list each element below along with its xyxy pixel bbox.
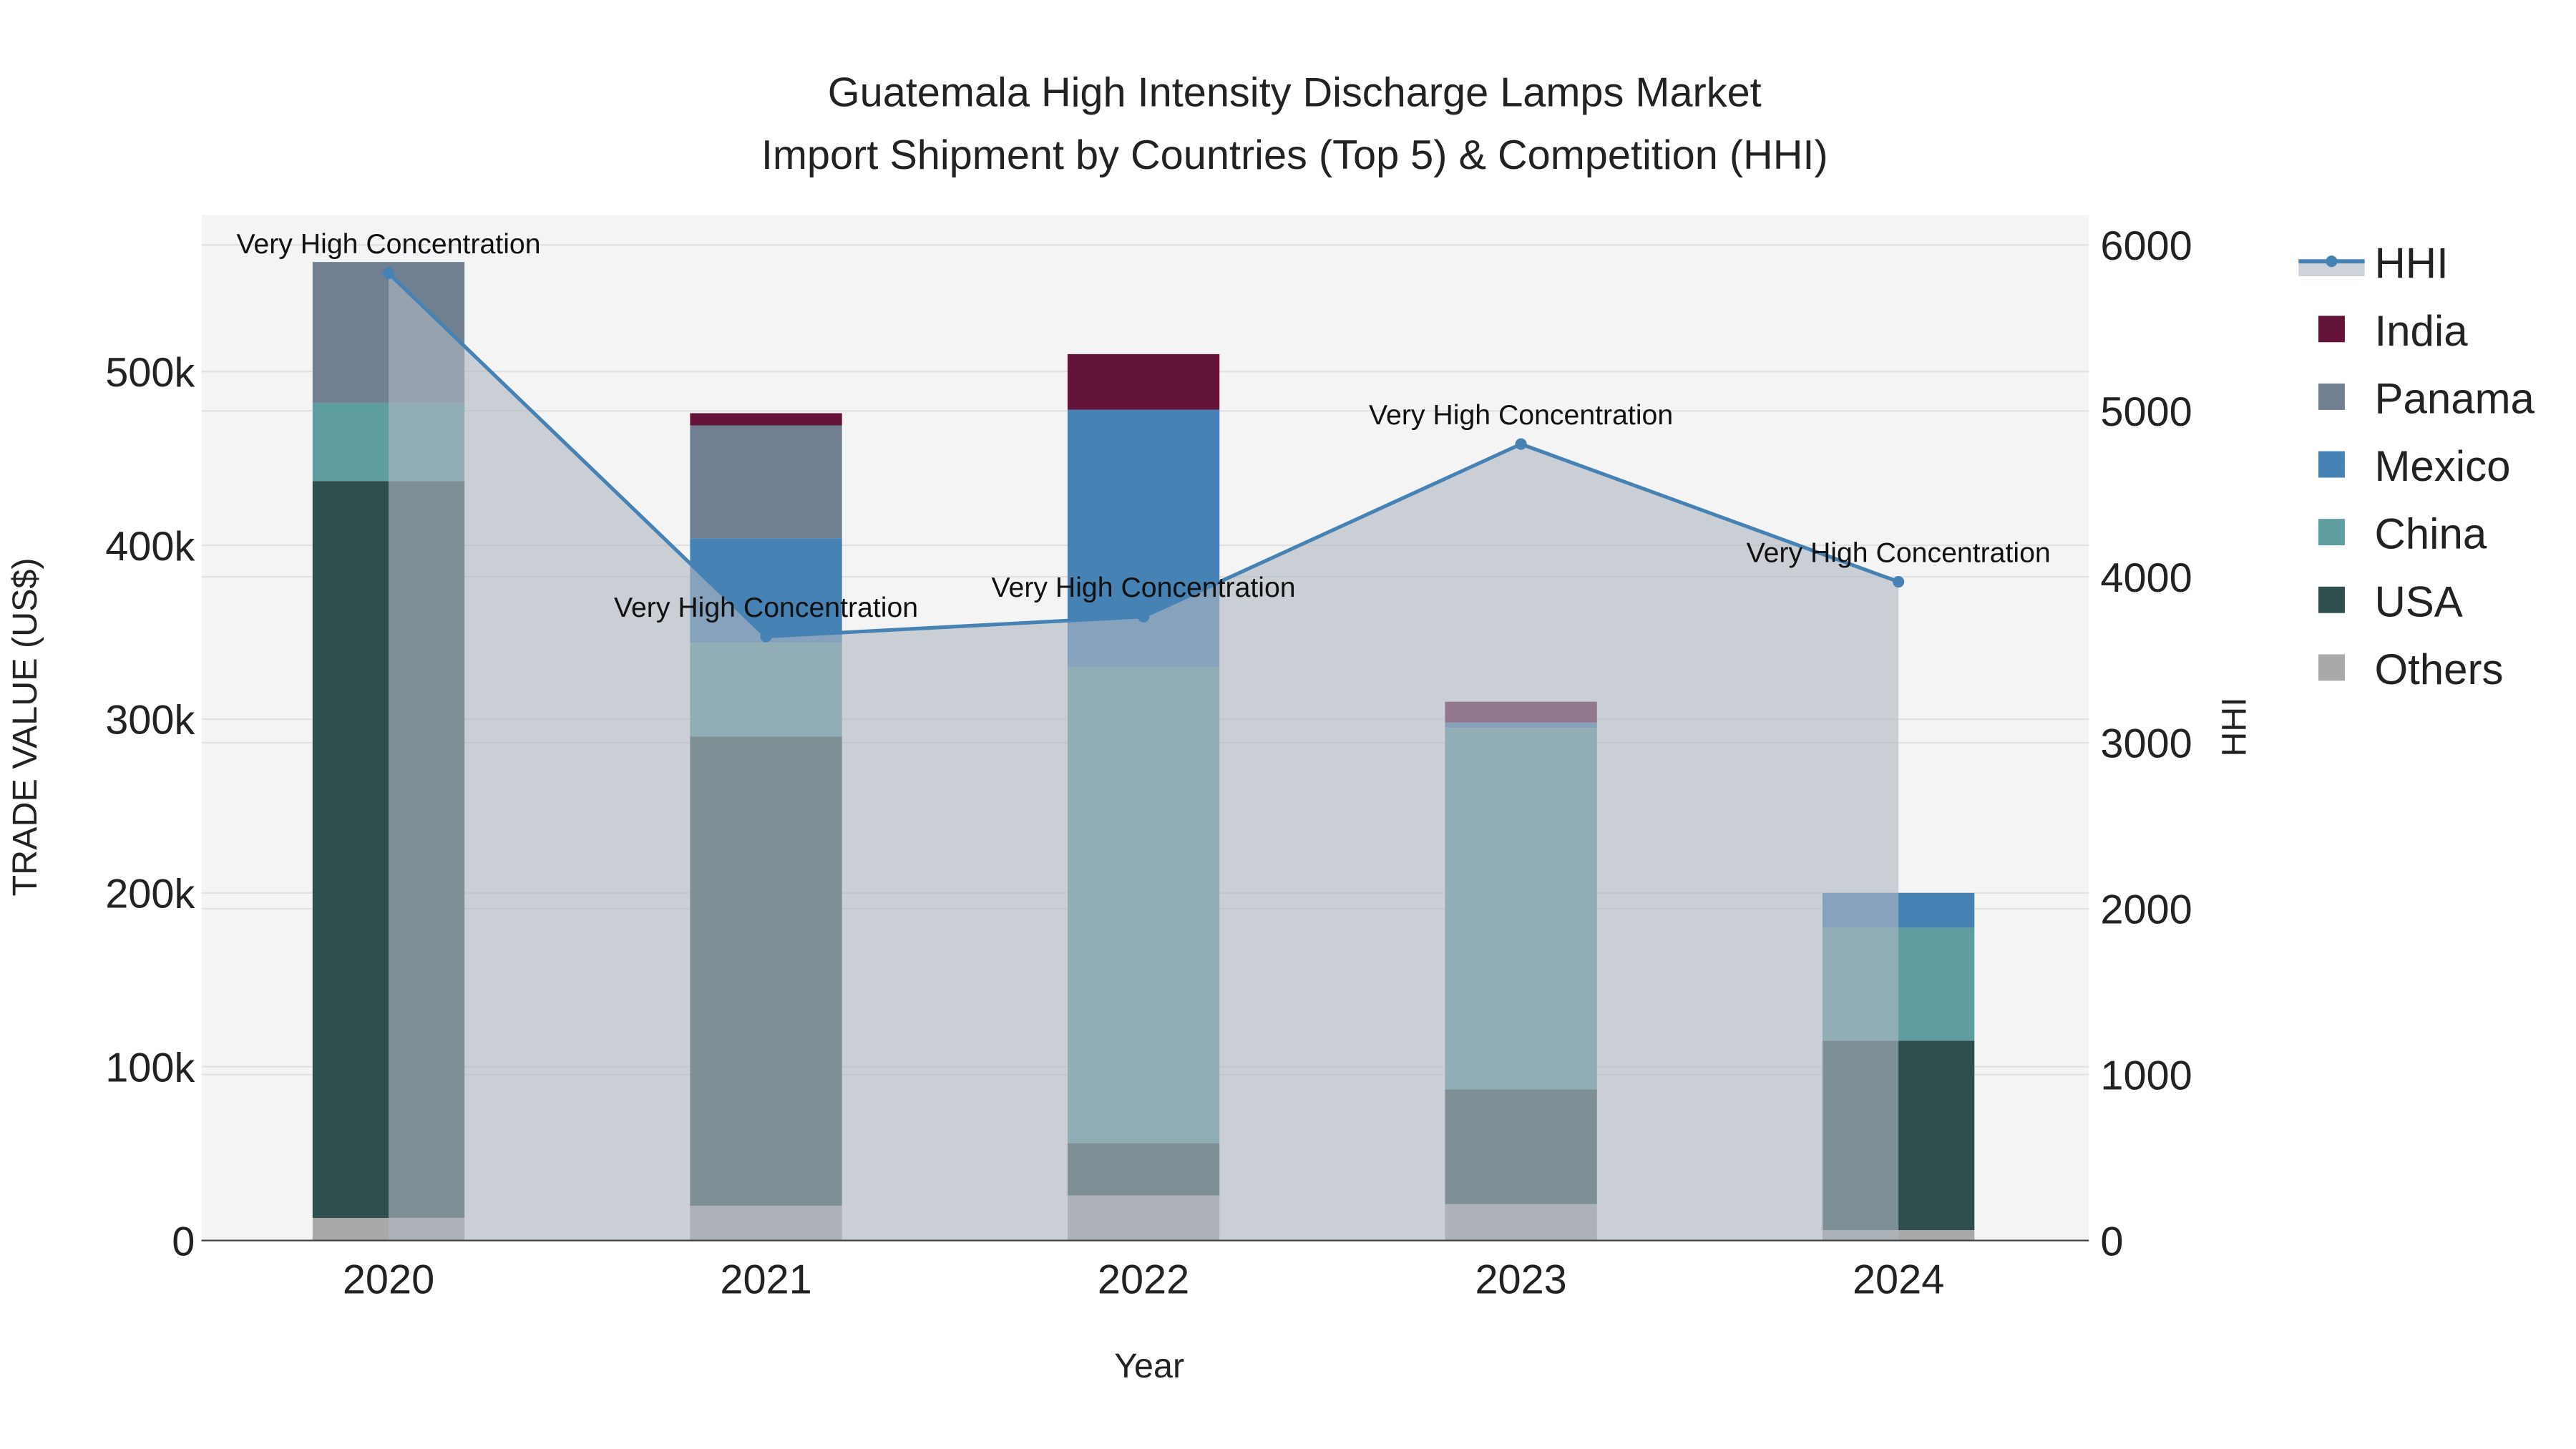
legend-hhi-marker (2326, 255, 2338, 268)
hhi-point-2024 (1893, 575, 1905, 588)
legend-label-hhi: HHI (2374, 239, 2448, 287)
x-tick-label: 2024 (1853, 1257, 1944, 1303)
x-tick-label: 2023 (1475, 1257, 1566, 1303)
y-tick-label: 400k (105, 524, 195, 570)
legend-label-usa: USA (2374, 577, 2462, 625)
legend-swatch-india (2318, 316, 2345, 343)
bar-india-2021 (690, 413, 842, 426)
legend-label-india: India (2374, 307, 2468, 355)
chart: Very High Concentration Very High Concent… (0, 0, 2576, 1449)
legend-swatch-others (2318, 654, 2345, 681)
bar-panama-2021 (690, 425, 842, 539)
y-tick-label: 300k (105, 698, 195, 743)
hhi-annotation: Very High Concentration (992, 572, 1296, 603)
x-tick-label: 2022 (1098, 1257, 1189, 1303)
hhi-annotation: Very High Concentration (1747, 537, 2051, 568)
y-tick-label: 200k (105, 872, 195, 917)
legend-label-china: China (2374, 510, 2487, 558)
legend-swatch-china (2318, 519, 2345, 546)
y-tick-label: 500k (105, 350, 195, 396)
x-axis-title: Year (1114, 1347, 1184, 1385)
hhi-annotation: Very High Concentration (236, 228, 540, 260)
y2-tick-label: 3000 (2100, 721, 2192, 767)
y2-tick-label: 0 (2100, 1219, 2123, 1264)
chart-title-line2: Import Shipment by Countries (Top 5) & C… (761, 132, 1828, 178)
hhi-point-2020 (382, 267, 395, 279)
legend-label-others: Others (2374, 645, 2503, 693)
hhi-point-2021 (760, 630, 772, 643)
hhi-point-2023 (1515, 438, 1527, 450)
y-tick-label: 0 (172, 1219, 195, 1264)
y2-tick-label: 6000 (2100, 223, 2192, 269)
hhi-point-2022 (1138, 610, 1150, 623)
chart-title-line1: Guatemala High Intensity Discharge Lamps… (828, 69, 1762, 115)
y2-tick-label: 5000 (2100, 389, 2192, 435)
legend-swatch-mexico (2318, 451, 2345, 478)
legend-label-mexico: Mexico (2374, 442, 2510, 490)
legend-swatch-panama (2318, 383, 2345, 410)
bar-india-2022 (1067, 353, 1220, 410)
legend-label-panama: Panama (2374, 375, 2534, 423)
hhi-annotation: Very High Concentration (1369, 399, 1673, 431)
x-tick-label: 2021 (720, 1257, 811, 1303)
hhi-annotation: Very High Concentration (614, 592, 918, 623)
legend-swatch-usa (2318, 586, 2345, 613)
y2-axis-title: HHI (2215, 697, 2253, 756)
y-tick-label: 100k (105, 1045, 195, 1091)
y2-tick-label: 4000 (2100, 555, 2192, 601)
y-axis-title: TRADE VALUE (US$) (6, 557, 44, 896)
x-tick-label: 2020 (343, 1257, 434, 1303)
y2-tick-label: 2000 (2100, 887, 2192, 933)
y2-tick-label: 1000 (2100, 1053, 2192, 1099)
